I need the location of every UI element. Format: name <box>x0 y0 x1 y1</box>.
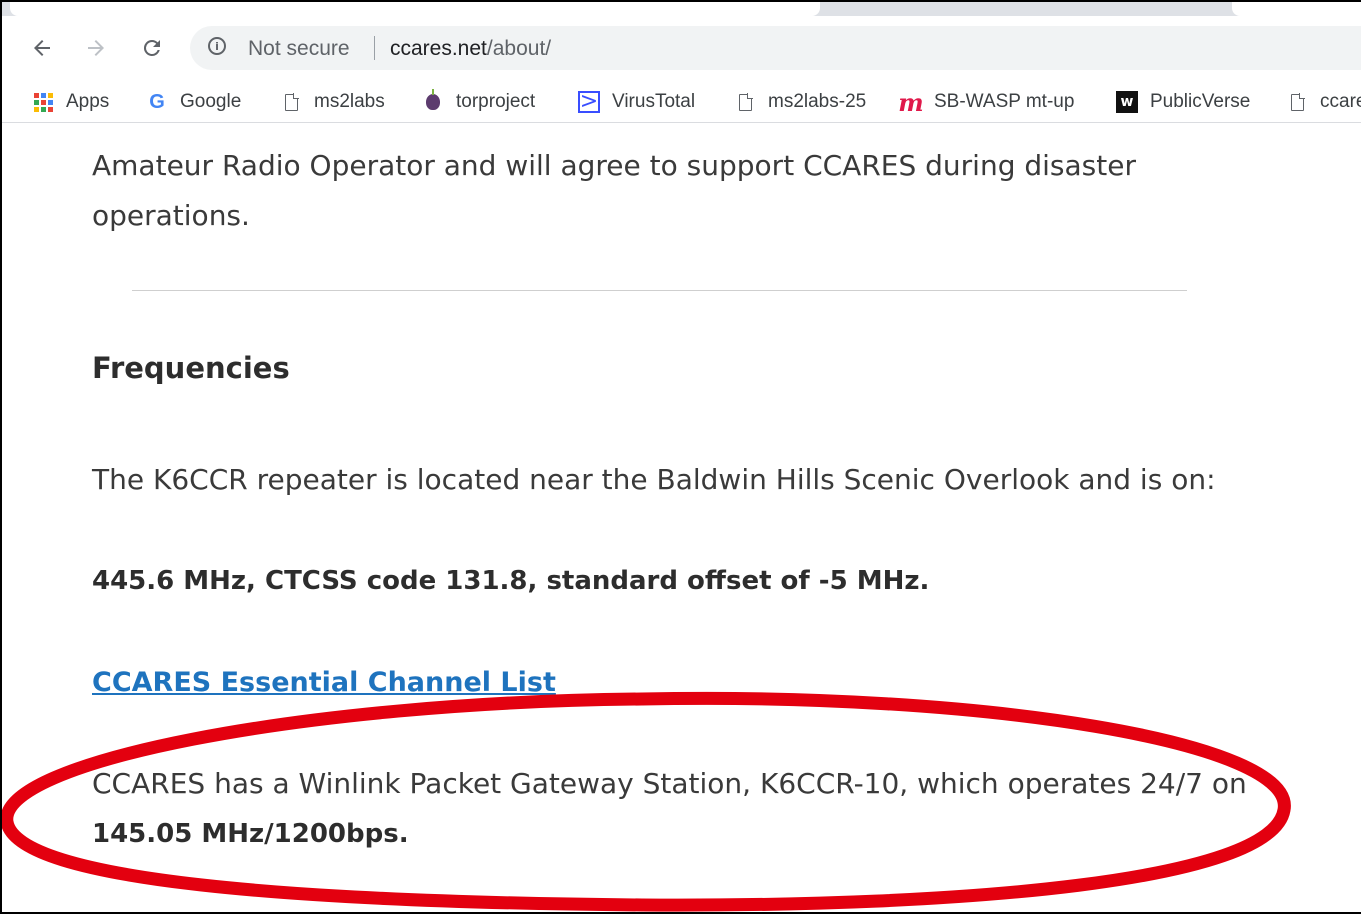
bookmark-ms2labs-25[interactable]: ms2labs-25 <box>734 90 866 114</box>
bookmark-publicverse[interactable]: w PublicVerse <box>1116 90 1250 114</box>
m-logo-icon: m <box>898 87 924 117</box>
bookmark-label: ms2labs-25 <box>768 91 867 112</box>
bookmark-label: ccare <box>1320 91 1361 112</box>
tor-onion-icon <box>422 89 444 113</box>
tab-secondary[interactable] <box>1232 2 1361 16</box>
page-icon <box>1286 91 1308 113</box>
url-text[interactable]: ccares.net/about/ <box>390 37 551 61</box>
security-indicator[interactable]: Not secure <box>248 37 350 61</box>
intro-line-1: Amateur Radio Operator and will agree to… <box>92 149 1136 182</box>
url-path: /about/ <box>486 37 552 60</box>
apps-grid-icon <box>32 91 54 113</box>
bookmark-label: ms2labs <box>314 91 385 112</box>
bookmarks-bar: Apps G Google ms2labs torproject > Virus… <box>2 82 1361 123</box>
address-bar[interactable]: i Not secure ccares.net/about/ <box>190 26 1361 70</box>
bookmark-label: torproject <box>456 91 536 112</box>
w-logo-icon: w <box>1116 91 1138 113</box>
winlink-paragraph: CCARES has a Winlink Packet Gateway Stat… <box>92 767 1247 800</box>
page-content: Amateur Radio Operator and will agree to… <box>2 123 1361 912</box>
intro-paragraph: Amateur Radio Operator and will agree to… <box>92 141 1136 241</box>
virustotal-icon: > <box>578 89 600 114</box>
url-host: ccares.net <box>390 37 487 60</box>
reload-icon[interactable] <box>138 34 166 62</box>
repeater-paragraph: The K6CCR repeater is located near the B… <box>92 463 1216 496</box>
winlink-frequency: 145.05 MHz/1200bps. <box>92 819 409 849</box>
browser-window: i Not secure ccares.net/about/ Apps G Go… <box>0 0 1361 914</box>
bookmark-torproject[interactable]: torproject <box>422 89 536 114</box>
page-icon <box>734 91 756 113</box>
info-icon[interactable]: i <box>208 37 226 55</box>
bookmark-sb-wasp[interactable]: m SB-WASP mt-up <box>898 87 1075 117</box>
section-divider <box>132 290 1187 291</box>
bookmark-ccare[interactable]: ccare <box>1286 90 1361 114</box>
bookmark-ms2labs[interactable]: ms2labs <box>280 90 385 114</box>
active-tab[interactable] <box>10 2 820 16</box>
bookmark-label: PublicVerse <box>1150 91 1251 112</box>
back-arrow-icon[interactable] <box>28 34 56 62</box>
bookmark-virustotal[interactable]: > VirusTotal <box>578 90 695 114</box>
forward-arrow-icon[interactable] <box>82 34 110 62</box>
repeater-frequency: 445.6 MHz, CTCSS code 131.8, standard of… <box>92 566 930 596</box>
channel-list-link[interactable]: CCARES Essential Channel List <box>92 658 556 708</box>
bookmark-label: SB-WASP mt-up <box>934 91 1075 112</box>
section-heading: Frequencies <box>92 351 290 385</box>
bookmark-apps[interactable]: Apps <box>32 90 109 114</box>
bookmark-google[interactable]: G Google <box>146 90 241 114</box>
tab-strip <box>2 2 1361 16</box>
browser-toolbar: i Not secure ccares.net/about/ <box>2 16 1361 82</box>
bookmark-label: Google <box>180 91 242 112</box>
page-icon <box>280 91 302 113</box>
omnibox-divider <box>374 36 375 60</box>
bookmark-label: VirusTotal <box>612 91 696 112</box>
google-icon: G <box>149 90 165 113</box>
intro-line-2: operations. <box>92 199 250 232</box>
bookmark-label: Apps <box>66 91 110 112</box>
